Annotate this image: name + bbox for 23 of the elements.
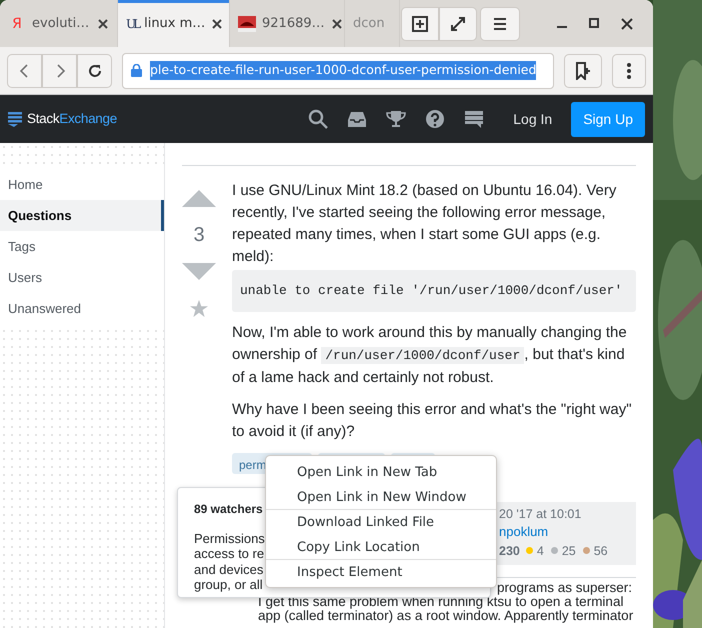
tab-title: 921689… <box>262 14 325 33</box>
vote-count: 3 <box>193 223 205 248</box>
badge-count: 25 <box>562 542 576 560</box>
tab-title: dcon <box>353 14 385 33</box>
badge-count: 4 <box>536 542 544 560</box>
tag-description: and devices <box>194 562 264 577</box>
badge-count: 56 <box>594 542 608 560</box>
code-block: unable to create file '/run/user/1000/dconf/user' <box>232 270 636 312</box>
tab-title: evoluti… <box>32 14 90 33</box>
tag-description: Permissions <box>194 530 265 546</box>
question-text: Why have I been seeing this error and what's the "right way" to avoid it (if any)? <box>232 400 633 442</box>
asked-date: 20 '17 at 10:01 <box>499 506 582 522</box>
comment-text: programs as superser: <box>497 581 632 595</box>
favicon: UL <box>126 18 138 30</box>
tag-description: access to re <box>194 546 264 562</box>
tag-description: group, or all <box>194 577 263 592</box>
reputation: 230 <box>499 542 520 560</box>
favicon: Я <box>11 16 23 30</box>
question-text: Now, I'm able to work around this by manually changing the ownership of /run/user/1000/dconf/user , but that's kind of a lame hack and certainly not robust. <box>232 322 628 388</box>
tab-title: linux m… <box>144 14 206 33</box>
question-text: I use GNU/Linux Mint 18.2 (based on Ubuntu 16.04). Very recently, I've started seeing the following error message, repeated many times, when I start some GUI apps (e.g. meld): <box>232 181 618 267</box>
comment-text: app (called terminator) as a root window. Apparently terminator <box>258 609 634 623</box>
watchers-count: 89 watchers <box>194 502 263 518</box>
